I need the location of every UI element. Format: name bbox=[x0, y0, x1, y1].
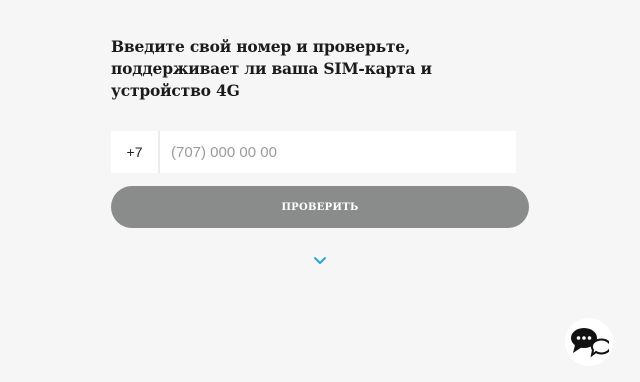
chevron-down-icon bbox=[314, 257, 326, 264]
page-title: Введите свой номер и проверьте, поддержи… bbox=[111, 37, 432, 100]
phone-field: +7 bbox=[111, 131, 516, 173]
check-button[interactable]: ПРОВЕРИТЬ bbox=[111, 186, 529, 228]
chat-bubbles-icon bbox=[571, 328, 609, 358]
phone-input[interactable] bbox=[160, 131, 516, 173]
expand-button[interactable] bbox=[312, 254, 328, 266]
chat-button[interactable] bbox=[565, 318, 613, 366]
country-code: +7 bbox=[111, 131, 158, 173]
